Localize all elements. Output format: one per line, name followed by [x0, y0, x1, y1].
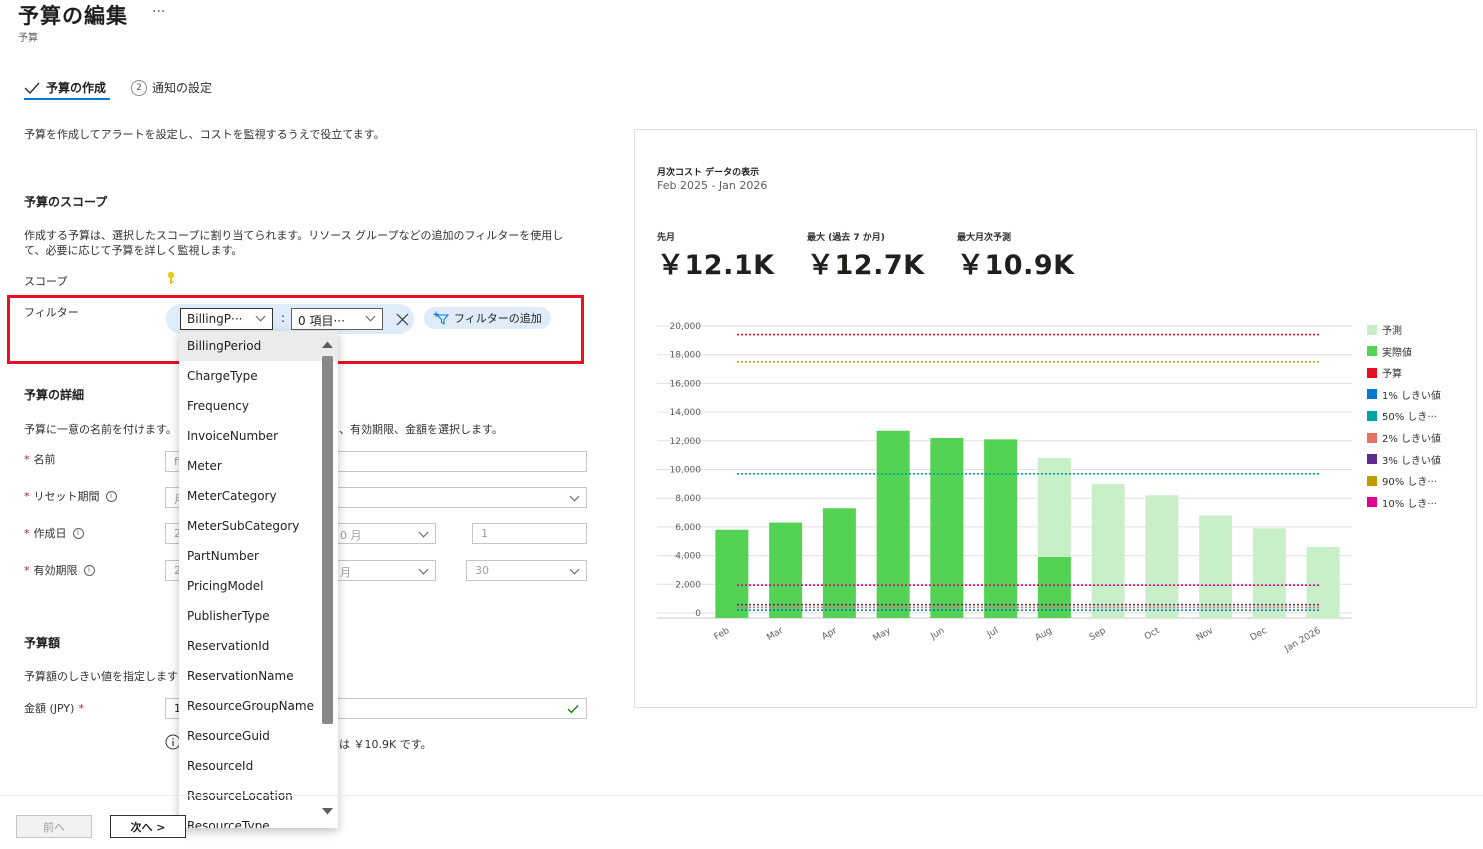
legend-swatch	[1367, 324, 1377, 335]
x-tick-label: May	[872, 626, 894, 644]
y-tick-label: 16,000	[670, 379, 702, 389]
x-tick-label: Jan 2026	[1282, 626, 1322, 655]
y-tick-label: 18,000	[670, 351, 702, 361]
legend-swatch	[1367, 346, 1377, 357]
x-tick-label: Oct	[1143, 626, 1162, 643]
legend-swatch	[1367, 410, 1377, 421]
x-tick-label: Aug	[1034, 626, 1054, 643]
monthly-cost-chart: 02,0004,0006,0008,00010,00012,00014,0001…	[657, 322, 1352, 655]
x-tick-label: Nov	[1195, 626, 1216, 644]
bar-actual	[984, 439, 1018, 618]
legend-item[interactable]: 予測	[1367, 322, 1402, 337]
legend-swatch	[1367, 497, 1377, 508]
bar-actual	[876, 430, 910, 618]
bar-forecast	[1199, 515, 1233, 618]
y-tick-label: 2,000	[675, 580, 701, 590]
legend-label: 2% しきい値	[1382, 434, 1442, 445]
x-tick-label: Apr	[820, 626, 839, 643]
legend-label: 10% しき···	[1382, 498, 1437, 510]
legend-item[interactable]: 90% しき···	[1367, 473, 1437, 488]
bar-actual	[715, 529, 749, 618]
bar-actual	[1037, 557, 1071, 618]
x-tick-label: Mar	[765, 626, 785, 643]
legend-swatch	[1367, 367, 1377, 378]
x-tick-label: Jul	[985, 626, 1000, 641]
y-tick-label: 6,000	[675, 523, 701, 533]
bar-actual	[769, 522, 803, 618]
bar-forecast	[1145, 495, 1179, 618]
y-tick-label: 10,000	[670, 466, 702, 476]
legend-item[interactable]: 実際値	[1367, 344, 1412, 359]
bar-actual	[930, 437, 964, 618]
x-tick-label: Feb	[713, 626, 732, 643]
legend-label: 50% しき···	[1382, 412, 1437, 424]
legend-item[interactable]: 予算	[1367, 365, 1402, 380]
legend-swatch	[1367, 475, 1377, 486]
x-tick-label: Jun	[928, 626, 946, 642]
legend-item[interactable]: 1% しきい値	[1367, 387, 1441, 402]
y-tick-label: 8,000	[675, 494, 701, 504]
legend-item[interactable]: 50% しき···	[1367, 408, 1437, 423]
y-tick-label: 12,000	[670, 437, 702, 447]
legend-label: 実際値	[1382, 347, 1412, 359]
legend-swatch	[1367, 454, 1377, 465]
legend-swatch	[1367, 432, 1377, 443]
legend-item[interactable]: 10% しき···	[1367, 495, 1437, 510]
y-tick-label: 14,000	[670, 408, 702, 418]
x-tick-label: Dec	[1249, 626, 1269, 643]
legend-item[interactable]: 3% しきい値	[1367, 452, 1441, 467]
legend-swatch	[1367, 389, 1377, 400]
bar-actual	[822, 508, 856, 618]
bar-forecast	[1091, 483, 1125, 618]
legend-label: 1% しきい値	[1382, 390, 1442, 402]
legend-label: 3% しきい値	[1382, 455, 1442, 467]
legend-label: 予測	[1382, 326, 1402, 337]
bar-forecast	[1306, 546, 1340, 618]
x-tick-label: Sep	[1088, 626, 1108, 643]
y-tick-label: 20,000	[670, 322, 702, 332]
legend-item[interactable]: 2% しきい値	[1367, 430, 1441, 445]
legend-label: 予算	[1382, 369, 1402, 381]
y-tick-label: 4,000	[675, 552, 701, 562]
legend-label: 90% しき···	[1382, 477, 1437, 489]
